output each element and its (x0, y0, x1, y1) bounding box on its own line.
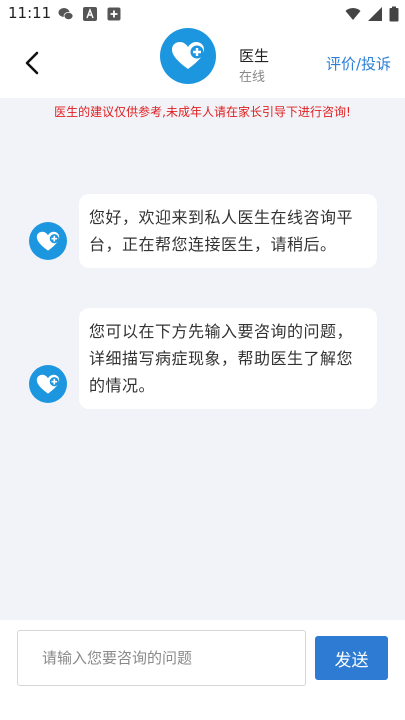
notification-icons (58, 6, 122, 22)
plus-box-icon (107, 7, 121, 21)
heart-plus-icon (36, 374, 60, 394)
doctor-avatar (29, 365, 67, 403)
status-time: 11:11 (8, 4, 52, 22)
text-a-icon (83, 7, 97, 21)
doctor-status: 在线 (239, 70, 266, 85)
wifi-icon (345, 8, 361, 20)
chat-area[interactable]: 医生的建议仅供参考,未成年人请在家长引导下进行咨询! 您好，欢迎来到私人医生在线… (0, 98, 405, 620)
battery-icon (389, 6, 399, 22)
doctor-avatar (29, 222, 67, 260)
heart-plus-icon (172, 42, 204, 69)
chat-header: 医生 在线 评价/投诉 (0, 28, 405, 98)
question-input[interactable] (17, 630, 306, 686)
doctor-name: 医生 (239, 47, 270, 65)
review-complaint-link[interactable]: 评价/投诉 (326, 53, 391, 74)
system-icons (345, 6, 399, 22)
doctor-avatar (160, 28, 216, 84)
back-button[interactable] (14, 45, 50, 81)
disclaimer-notice: 医生的建议仅供参考,未成年人请在家长引导下进行咨询! (54, 105, 351, 119)
chevron-left-icon (25, 51, 39, 75)
send-button[interactable]: 发送 (315, 636, 388, 680)
signal-icon (368, 7, 382, 21)
input-bar: 发送 (0, 620, 405, 720)
heart-plus-icon (36, 231, 60, 251)
message-bubble: 您好，欢迎来到私人医生在线咨询平台，正在帮您连接医生，请稍后。 (79, 194, 377, 268)
message-bubble: 您可以在下方先输入要咨询的问题，详细描写病症现象，帮助医生了解您的情况。 (79, 308, 377, 409)
wechat-icon (58, 8, 74, 20)
status-bar: 11:11 (0, 0, 405, 28)
